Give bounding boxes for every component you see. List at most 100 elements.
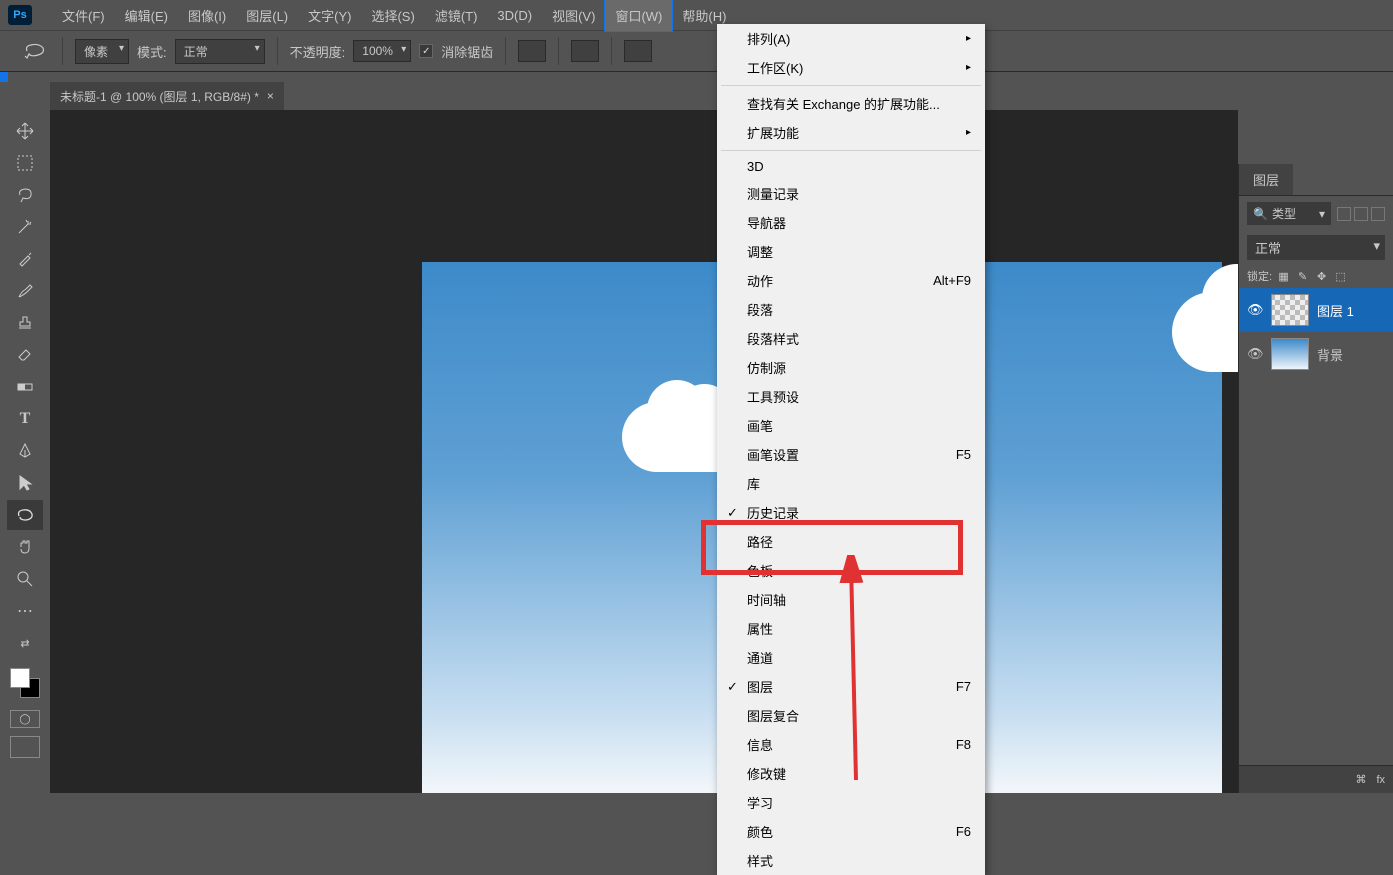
layer-visibility-icon[interactable]: 👁 bbox=[1247, 346, 1263, 362]
document-tab[interactable]: 未标题-1 @ 100% (图层 1, RGB/8#) * × bbox=[50, 82, 284, 110]
marquee-tool[interactable] bbox=[7, 148, 43, 178]
menu-3d[interactable]: 3D(D) bbox=[487, 2, 542, 29]
opacity-dropdown[interactable]: 100% bbox=[353, 40, 411, 62]
menu-item-label: 查找有关 Exchange 的扩展功能... bbox=[747, 94, 940, 113]
close-document-icon[interactable]: × bbox=[267, 89, 274, 103]
window-menu-item[interactable]: 库 bbox=[717, 469, 985, 498]
layer-visibility-icon[interactable]: 👁 bbox=[1247, 302, 1263, 318]
window-menu-item[interactable]: 仿制源 bbox=[717, 353, 985, 382]
menu-item-label: 历史记录 bbox=[747, 503, 799, 522]
workspace bbox=[50, 110, 1238, 793]
edit-toolbar[interactable]: ⇄ bbox=[7, 628, 43, 658]
layer-thumbnail[interactable] bbox=[1271, 294, 1309, 326]
layer-lock-row: 锁定: ▦ ✎ ✥ ⬚ bbox=[1239, 264, 1393, 288]
submenu-arrow-icon: ▸ bbox=[966, 33, 971, 44]
window-menu-item[interactable]: ✓历史记录 bbox=[717, 498, 985, 527]
document-tab-bar: 未标题-1 @ 100% (图层 1, RGB/8#) * × bbox=[50, 82, 284, 110]
window-menu-item[interactable]: 段落样式 bbox=[717, 324, 985, 353]
window-menu-item[interactable]: 工作区(K)▸ bbox=[717, 53, 985, 82]
blend-mode-dropdown[interactable]: 正常 bbox=[175, 39, 265, 64]
menu-type[interactable]: 文字(Y) bbox=[298, 0, 361, 31]
window-menu-item[interactable]: 学习 bbox=[717, 788, 985, 817]
lock-pixels-icon[interactable]: ▦ bbox=[1276, 269, 1291, 284]
antialias-checkbox[interactable]: ✓ bbox=[419, 44, 433, 58]
window-menu-item[interactable]: 3D bbox=[717, 154, 985, 179]
gradient-tool[interactable] bbox=[7, 372, 43, 402]
window-menu-item[interactable]: 工具预设 bbox=[717, 382, 985, 411]
menu-window[interactable]: 窗口(W) bbox=[605, 0, 672, 31]
menu-edit[interactable]: 编辑(E) bbox=[115, 0, 178, 31]
brush-tool[interactable] bbox=[7, 276, 43, 306]
lasso-tool[interactable] bbox=[7, 180, 43, 210]
shape-mode-dropdown[interactable]: 像素 bbox=[75, 39, 129, 64]
window-menu-item[interactable]: 调整 bbox=[717, 237, 985, 266]
lock-artboard-icon[interactable]: ⬚ bbox=[1333, 269, 1348, 284]
menu-item-label: 信息 bbox=[747, 735, 773, 754]
menu-item-label: 颜色 bbox=[747, 822, 773, 841]
submenu-arrow-icon: ▸ bbox=[966, 127, 971, 138]
align-btn-1[interactable] bbox=[518, 40, 546, 62]
menu-image[interactable]: 图像(I) bbox=[178, 0, 236, 31]
menu-item-label: 属性 bbox=[747, 619, 773, 638]
window-menu-item[interactable]: 路径 bbox=[717, 527, 985, 556]
menu-item-label: 色板 bbox=[747, 561, 773, 580]
layer-filter-icons[interactable] bbox=[1337, 207, 1385, 221]
window-menu-item[interactable]: 画笔设置F5 bbox=[717, 440, 985, 469]
align-btn-2[interactable] bbox=[571, 40, 599, 62]
layer-filter-type[interactable]: 🔍 类型 ▾ bbox=[1247, 202, 1331, 225]
menu-layer[interactable]: 图层(L) bbox=[236, 0, 298, 31]
menu-item-label: 段落 bbox=[747, 300, 773, 319]
path-select-tool[interactable] bbox=[7, 468, 43, 498]
toolbar-more[interactable]: ⋯ bbox=[7, 596, 43, 626]
layer-fx-icon[interactable]: fx bbox=[1376, 774, 1385, 786]
layer-thumbnail[interactable] bbox=[1271, 338, 1309, 370]
window-menu-item[interactable]: 段落 bbox=[717, 295, 985, 324]
eyedropper-tool[interactable] bbox=[7, 244, 43, 274]
color-swatch[interactable] bbox=[10, 668, 40, 698]
menu-item-label: 排列(A) bbox=[747, 29, 790, 48]
layer-row[interactable]: 👁 图层 1 bbox=[1239, 288, 1393, 332]
window-menu-item[interactable]: 画笔 bbox=[717, 411, 985, 440]
current-tool-icon[interactable] bbox=[20, 39, 50, 63]
layer-blend-mode[interactable]: 正常 bbox=[1247, 235, 1385, 260]
menu-select[interactable]: 选择(S) bbox=[361, 0, 424, 31]
menu-shortcut: Alt+F9 bbox=[933, 273, 971, 288]
hand-tool[interactable] bbox=[7, 532, 43, 562]
menu-item-label: 样式 bbox=[747, 851, 773, 870]
quick-mask-button[interactable]: ◯ bbox=[10, 710, 40, 728]
menu-file[interactable]: 文件(F) bbox=[52, 0, 115, 31]
window-menu-item[interactable]: 样式 bbox=[717, 846, 985, 875]
menu-separator bbox=[721, 85, 981, 86]
window-menu-item[interactable]: 测量记录 bbox=[717, 179, 985, 208]
layer-name[interactable]: 背景 bbox=[1317, 345, 1343, 364]
menu-shortcut: F7 bbox=[956, 679, 971, 694]
eraser-tool[interactable] bbox=[7, 340, 43, 370]
lock-move-icon[interactable]: ✥ bbox=[1314, 269, 1329, 284]
align-btn-3[interactable] bbox=[624, 40, 652, 62]
menu-item-label: 扩展功能 bbox=[747, 123, 799, 142]
screen-mode-button[interactable] bbox=[10, 736, 40, 758]
menu-view[interactable]: 视图(V) bbox=[542, 0, 605, 31]
window-menu-item[interactable]: 导航器 bbox=[717, 208, 985, 237]
type-tool[interactable]: T bbox=[7, 404, 43, 434]
layer-name[interactable]: 图层 1 bbox=[1317, 301, 1354, 320]
window-menu-item[interactable]: 查找有关 Exchange 的扩展功能... bbox=[717, 89, 985, 118]
menu-item-label: 时间轴 bbox=[747, 590, 786, 609]
stamp-tool[interactable] bbox=[7, 308, 43, 338]
lock-brush-icon[interactable]: ✎ bbox=[1295, 269, 1310, 284]
menu-filter[interactable]: 滤镜(T) bbox=[425, 0, 488, 31]
wand-tool[interactable] bbox=[7, 212, 43, 242]
pen-tool[interactable] bbox=[7, 436, 43, 466]
window-menu-item[interactable]: 颜色F6 bbox=[717, 817, 985, 846]
layer-row[interactable]: 👁 背景 bbox=[1239, 332, 1393, 376]
window-menu-item[interactable]: 动作Alt+F9 bbox=[717, 266, 985, 295]
window-menu-item[interactable]: 排列(A) ▸ bbox=[717, 24, 985, 53]
shape-tool[interactable] bbox=[7, 500, 43, 530]
window-menu-item[interactable]: 扩展功能 ▸ bbox=[717, 118, 985, 147]
menu-bar: Ps 文件(F) 编辑(E) 图像(I) 图层(L) 文字(Y) 选择(S) 滤… bbox=[0, 0, 1393, 30]
layers-tab[interactable]: 图层 bbox=[1239, 164, 1293, 195]
move-tool[interactable] bbox=[7, 116, 43, 146]
link-layers-icon[interactable]: ⌘ bbox=[1355, 773, 1366, 786]
panel-accent bbox=[0, 72, 8, 82]
zoom-tool[interactable] bbox=[7, 564, 43, 594]
